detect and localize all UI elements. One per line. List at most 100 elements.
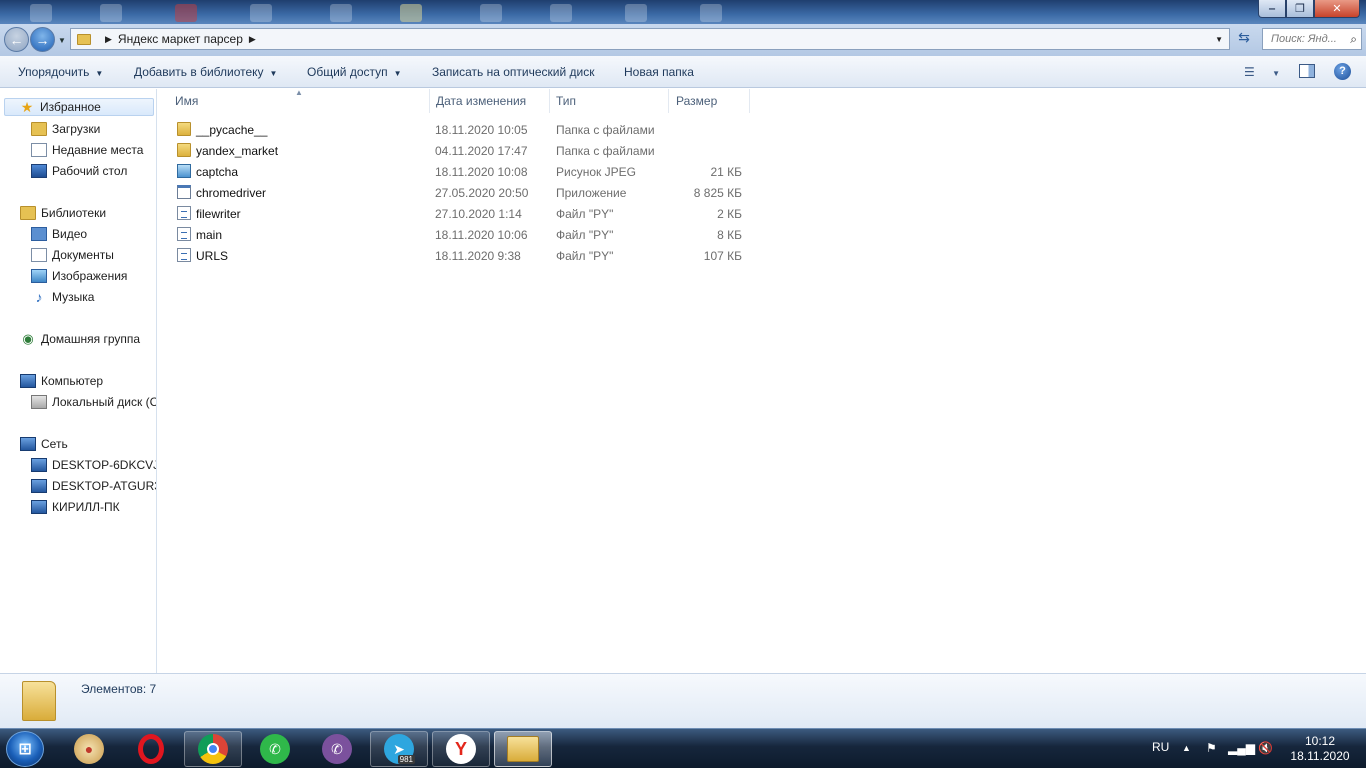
column-header-date[interactable]: Дата изменения bbox=[429, 89, 550, 113]
search-icon[interactable]: ⌕ bbox=[1350, 32, 1357, 47]
file-name: main bbox=[196, 228, 223, 242]
column-header-type[interactable]: Тип bbox=[549, 89, 669, 113]
background-icon bbox=[250, 4, 272, 22]
close-button[interactable]: ✕ bbox=[1314, 0, 1360, 18]
start-button[interactable]: ⊞ bbox=[6, 731, 44, 767]
nav-video[interactable]: Видео bbox=[31, 225, 87, 243]
file-type: Папка с файлами bbox=[556, 144, 655, 158]
burn-disc-button[interactable]: Записать на оптический диск bbox=[432, 65, 595, 79]
file-name: URLS bbox=[196, 249, 229, 263]
file-name: __pycache__ bbox=[196, 123, 268, 137]
system-tray: RU ▲ ⚑ ▂▄▆ 🔇 10:12 18.11.2020 bbox=[1140, 729, 1366, 768]
file-list[interactable]: Имя ▲ Дата изменения Тип Размер __pycach… bbox=[158, 88, 1366, 673]
volume-muted-icon[interactable]: 🔇 bbox=[1258, 741, 1273, 755]
network-computer-icon bbox=[31, 500, 47, 514]
file-row[interactable]: __pycache__ 18.11.2020 10:05 Папка с фай… bbox=[172, 119, 752, 140]
column-header-size[interactable]: Размер bbox=[669, 89, 750, 113]
nav-downloads[interactable]: Загрузки bbox=[31, 120, 100, 138]
desktop-icon bbox=[31, 164, 47, 178]
show-hidden-icons-icon[interactable]: ▲ bbox=[1182, 743, 1191, 753]
minimize-button[interactable]: ‒ bbox=[1258, 0, 1286, 18]
new-folder-button[interactable]: Новая папка bbox=[624, 65, 694, 79]
nav-favorites[interactable]: ★ Избранное bbox=[4, 98, 154, 116]
recent-pages-dropdown-icon[interactable]: ▼ bbox=[58, 36, 66, 45]
background-icon bbox=[480, 4, 502, 22]
taskbar-app-telegram[interactable]: ➤ 981 bbox=[370, 731, 428, 767]
folder-icon bbox=[177, 122, 191, 136]
nav-desktop-label: Рабочий стол bbox=[52, 164, 128, 178]
taskbar-app-chrome[interactable] bbox=[184, 731, 242, 767]
file-date: 27.05.2020 20:50 bbox=[435, 186, 529, 200]
nav-libraries[interactable]: Библиотеки bbox=[20, 204, 106, 222]
refresh-icon[interactable]: ⇆ bbox=[1234, 29, 1254, 49]
navigation-pane[interactable]: ★ Избранное Загрузки Недавние места Рабо… bbox=[0, 89, 157, 673]
signal-strength-icon[interactable]: ▂▄▆ bbox=[1228, 741, 1255, 755]
taskbar-app-opera[interactable] bbox=[122, 731, 180, 767]
address-bar[interactable]: ▶ Яндекс маркет парсер ▶ ▼ bbox=[70, 28, 1230, 50]
whatsapp-icon: ✆ bbox=[260, 734, 290, 764]
maximize-button[interactable]: ❐ bbox=[1286, 0, 1314, 18]
nav-network[interactable]: Сеть bbox=[20, 435, 68, 453]
paint-palette-icon: ● bbox=[74, 734, 104, 764]
help-icon[interactable]: ? bbox=[1334, 63, 1351, 80]
nav-network-computer-label: DESKTOP-ATGUR38 bbox=[52, 479, 157, 493]
network-computer-icon bbox=[31, 458, 47, 472]
file-date: 27.10.2020 1:14 bbox=[435, 207, 522, 221]
nav-network-computer[interactable]: DESKTOP-6DKCVJ2 bbox=[31, 456, 156, 474]
file-row[interactable]: captcha 18.11.2020 10:08 Рисунок JPEG 21… bbox=[172, 161, 752, 182]
breadcrumb-current-folder[interactable]: Яндекс маркет парсер bbox=[118, 32, 243, 46]
explorer-folder-icon bbox=[507, 736, 539, 762]
share-menu-button[interactable]: Общий доступ ▼ bbox=[307, 65, 402, 79]
file-date: 18.11.2020 10:08 bbox=[435, 165, 528, 179]
taskbar-app-yandex-browser[interactable]: Y bbox=[432, 731, 490, 767]
taskbar-app-paint[interactable]: ● bbox=[60, 731, 118, 767]
nav-local-disk[interactable]: Локальный диск (C bbox=[31, 393, 156, 411]
search-input[interactable]: Поиск: Янд... ⌕ bbox=[1262, 28, 1362, 50]
nav-network-computer[interactable]: КИРИЛЛ-ПК bbox=[31, 498, 120, 516]
background-icon bbox=[625, 4, 647, 22]
file-row[interactable]: yandex_market 04.11.2020 17:47 Папка с ф… bbox=[172, 140, 752, 161]
forward-button[interactable]: → bbox=[30, 27, 55, 52]
preview-pane-toggle-icon[interactable] bbox=[1299, 64, 1315, 78]
nav-libraries-label: Библиотеки bbox=[41, 206, 107, 220]
file-row[interactable]: main 18.11.2020 10:06 Файл "PY" 8 КБ bbox=[172, 224, 752, 245]
clock[interactable]: 10:12 18.11.2020 bbox=[1288, 734, 1352, 764]
yandex-browser-icon: Y bbox=[446, 734, 476, 764]
taskbar-app-explorer[interactable] bbox=[494, 731, 552, 767]
nav-computer[interactable]: Компьютер bbox=[20, 372, 103, 390]
address-history-dropdown-icon[interactable]: ▼ bbox=[1215, 35, 1223, 44]
recent-places-icon bbox=[31, 143, 47, 157]
nav-recent-places[interactable]: Недавние места bbox=[31, 141, 143, 159]
chevron-down-icon: ▼ bbox=[1272, 69, 1281, 78]
nav-network-computer[interactable]: DESKTOP-ATGUR38 bbox=[31, 477, 157, 495]
taskbar-app-whatsapp[interactable]: ✆ bbox=[246, 731, 304, 767]
computer-icon bbox=[20, 374, 36, 388]
file-row[interactable]: chromedriver 27.05.2020 20:50 Приложение… bbox=[172, 182, 752, 203]
taskbar-app-viber[interactable]: ✆ bbox=[308, 731, 366, 767]
documents-icon bbox=[31, 248, 47, 262]
nav-music[interactable]: ♪ Музыка bbox=[31, 288, 95, 306]
flag-icon[interactable]: ⚑ bbox=[1206, 741, 1217, 755]
share-label: Общий доступ bbox=[307, 65, 388, 79]
nav-desktop[interactable]: Рабочий стол bbox=[31, 162, 127, 180]
pictures-icon bbox=[31, 269, 47, 283]
file-row[interactable]: URLS 18.11.2020 9:38 Файл "PY" 107 КБ bbox=[172, 245, 752, 266]
sort-ascending-icon: ▲ bbox=[295, 88, 303, 97]
organize-menu-button[interactable]: Упорядочить ▼ bbox=[18, 65, 103, 79]
background-icon bbox=[100, 4, 122, 22]
chevron-right-icon[interactable]: ▶ bbox=[105, 34, 112, 45]
file-row[interactable]: filewriter 27.10.2020 1:14 Файл "PY" 2 К… bbox=[172, 203, 752, 224]
file-size: 8 825 КБ bbox=[693, 186, 742, 200]
chevron-down-icon: ▼ bbox=[269, 69, 278, 78]
nav-pictures[interactable]: Изображения bbox=[31, 267, 127, 285]
add-to-library-button[interactable]: Добавить в библиотеку ▼ bbox=[134, 65, 277, 79]
language-indicator[interactable]: RU bbox=[1152, 740, 1169, 754]
nav-network-label: Сеть bbox=[41, 437, 68, 451]
nav-homegroup[interactable]: ◉ Домашняя группа bbox=[20, 330, 140, 348]
folder-icon bbox=[77, 33, 91, 45]
chevron-right-icon[interactable]: ▶ bbox=[249, 34, 256, 45]
nav-documents[interactable]: Документы bbox=[31, 246, 114, 264]
back-button[interactable]: ← bbox=[4, 27, 29, 52]
change-view-button[interactable]: ☰ ▼ bbox=[1244, 65, 1280, 79]
image-file-icon bbox=[177, 164, 191, 178]
